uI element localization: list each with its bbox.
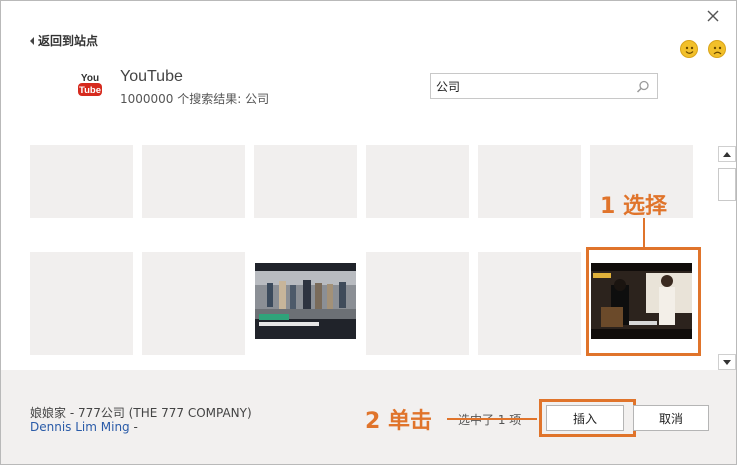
video-result-tile[interactable]: [142, 252, 245, 355]
video-result-tile[interactable]: [30, 145, 133, 218]
video-result-tile[interactable]: [366, 252, 469, 355]
search-icon[interactable]: [636, 79, 650, 93]
video-thumbnail: [255, 263, 356, 339]
author-suffix: -: [129, 420, 138, 434]
search-box[interactable]: [430, 73, 658, 99]
video-result-tile-street[interactable]: [254, 252, 357, 355]
back-to-sites-link[interactable]: 返回到站点: [30, 32, 98, 49]
back-link-label: 返回到站点: [38, 34, 99, 48]
results-scrollbar[interactable]: [718, 146, 736, 371]
scroll-up-arrow-icon[interactable]: [718, 146, 736, 162]
insert-highlight-box: [539, 399, 636, 437]
video-result-tile[interactable]: [30, 252, 133, 355]
chevron-left-icon: [30, 36, 34, 45]
selected-video-title: 娘娘家 - 777公司 (THE 777 COMPANY): [30, 406, 252, 420]
result-count: 1000000 个搜索结果: 公司: [120, 92, 270, 106]
close-icon[interactable]: [703, 6, 723, 26]
author-link[interactable]: Dennis Lim Ming: [30, 420, 130, 434]
scroll-down-arrow-icon[interactable]: [718, 354, 736, 370]
selected-count: 选中了 1 项: [458, 413, 522, 427]
video-result-tile[interactable]: [478, 252, 581, 355]
svg-text:You: You: [81, 73, 99, 84]
smiley-sad-icon[interactable]: [708, 40, 726, 58]
video-result-tile[interactable]: [478, 145, 581, 218]
video-result-tile[interactable]: [366, 145, 469, 218]
video-result-tile[interactable]: [254, 145, 357, 218]
scroll-thumb[interactable]: [718, 168, 736, 201]
step1-annotation: 1 选择: [600, 194, 667, 219]
annotation-connector-line: [643, 218, 645, 247]
smiley-happy-icon[interactable]: [680, 40, 698, 58]
youtube-logo: You Tube: [77, 70, 103, 98]
svg-text:Tube: Tube: [79, 85, 101, 96]
selection-highlight-box: [586, 247, 701, 356]
cancel-button[interactable]: 取消: [633, 405, 709, 431]
provider-name: YouTube: [120, 68, 183, 85]
step2-annotation: 2 单击: [365, 409, 432, 434]
video-result-tile[interactable]: [142, 145, 245, 218]
search-input[interactable]: [431, 74, 631, 98]
selected-video-author: Dennis Lim Ming -: [30, 420, 138, 434]
annotation-pointer-line: [447, 418, 537, 420]
